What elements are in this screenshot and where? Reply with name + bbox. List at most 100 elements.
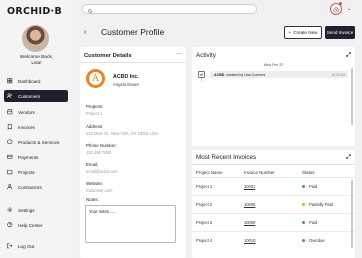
divider xyxy=(192,195,355,196)
status-text: Paid xyxy=(309,184,318,189)
send-invoice-button[interactable]: Send Invoice xyxy=(325,26,355,39)
website-label: Website: xyxy=(86,181,104,186)
email-value: email@acbd.com xyxy=(86,169,118,174)
sidebar-item-label: Settings xyxy=(18,207,35,213)
timeline-line xyxy=(201,78,202,81)
notes-field[interactable]: Your notes...... xyxy=(85,205,176,243)
notes-placeholder: Your notes...... xyxy=(89,209,116,214)
invoice-number-link[interactable]: 10010 xyxy=(244,238,255,243)
project-name: Project 4 xyxy=(196,238,213,243)
activity-time: 10:00 AM xyxy=(331,73,345,77)
card-title: Customer Details xyxy=(84,53,132,59)
divider xyxy=(192,164,355,165)
sidebar-item-label: Help Center xyxy=(18,222,43,228)
divider xyxy=(192,177,355,178)
sidebar-item-products-services[interactable]: Products & Services xyxy=(4,136,68,148)
logout-icon xyxy=(7,243,13,249)
status-text: Paid xyxy=(309,220,318,225)
customers-icon xyxy=(7,93,13,99)
sidebar: ORCHID·B Welcome Back, Lisa! Dashboard C… xyxy=(0,0,73,258)
sidebar-item-contractors[interactable]: Contractors xyxy=(4,181,68,193)
sidebar-item-label: Customers xyxy=(18,93,41,99)
contact-name: Angela Bower xyxy=(113,82,140,87)
activity-date: Wed Feb 22 xyxy=(263,63,284,67)
notification-badge xyxy=(339,2,342,5)
activity-card: Activity Wed Feb 22 ACBD created by Lisa… xyxy=(192,47,355,146)
project-name: Project 2 xyxy=(196,202,213,207)
sidebar-item-label: Log Out xyxy=(18,243,35,249)
search-input[interactable] xyxy=(82,4,257,14)
card-title: Most Recent Invoices xyxy=(196,154,257,161)
sidebar-item-label: Payments xyxy=(18,154,39,160)
company-name: ACBD Inc. xyxy=(113,74,139,80)
notes-label: Notes: xyxy=(86,197,99,202)
sidebar-item-help-center[interactable]: Help Center xyxy=(4,219,68,231)
column-header-status[interactable]: Status xyxy=(302,170,314,175)
sidebar-item-invoices[interactable]: Invoices xyxy=(4,121,68,133)
products-icon xyxy=(7,139,13,145)
project-name: Project 3 xyxy=(196,220,213,225)
search-icon xyxy=(88,0,93,18)
user-name: Lisa! xyxy=(31,61,42,66)
sidebar-item-settings[interactable]: Settings xyxy=(4,204,68,216)
payments-icon xyxy=(7,154,13,160)
projects-label: Projects: xyxy=(86,104,104,109)
activity-scrollbar[interactable] xyxy=(351,68,353,125)
email-label: Email: xyxy=(86,162,99,167)
chevron-down-icon[interactable]: ⌄ xyxy=(347,6,351,12)
activity-text: created by Lisa Connors xyxy=(226,72,266,77)
contractors-icon xyxy=(7,184,13,190)
app-logo: ORCHID·B xyxy=(7,6,62,17)
divider xyxy=(80,62,186,63)
sidebar-item-label: Products & Services xyxy=(18,139,60,145)
create-new-label: Create New xyxy=(293,30,318,35)
invoice-number-link[interactable]: 10001 xyxy=(244,184,255,189)
invoice-number-link[interactable]: 10009 xyxy=(244,220,255,225)
phone-value: 123 456 7890 xyxy=(86,150,112,155)
projects-value: Project 1 xyxy=(86,111,103,116)
dashboard-icon xyxy=(7,78,13,84)
sidebar-item-dashboard[interactable]: Dashboard xyxy=(4,75,68,87)
invoices-icon xyxy=(7,124,13,130)
status-dot xyxy=(302,202,305,206)
address-label: Address: xyxy=(86,124,104,129)
gear-icon xyxy=(7,207,13,213)
divider xyxy=(192,231,355,232)
status-dot xyxy=(302,238,305,242)
more-menu-icon[interactable]: ··· xyxy=(176,51,182,57)
sidebar-item-log-out[interactable]: Log Out xyxy=(4,240,68,252)
expand-icon[interactable] xyxy=(346,154,351,159)
help-icon xyxy=(7,222,13,228)
sidebar-item-vendors[interactable]: Vendors xyxy=(4,106,68,118)
vendors-icon xyxy=(7,109,13,115)
sidebar-item-customers[interactable]: Customers xyxy=(4,90,68,102)
welcome-text: Welcome Back, xyxy=(19,55,54,60)
sidebar-item-label: Projects xyxy=(18,169,35,175)
sidebar-item-projects[interactable]: Projects xyxy=(4,166,68,178)
column-header-invoice-number[interactable]: Invoice Number xyxy=(244,170,275,175)
column-header-project[interactable]: Project Name xyxy=(196,170,223,175)
status-text: Partially Paid xyxy=(309,202,333,207)
card-title: Activity xyxy=(196,52,216,59)
status-dot xyxy=(302,220,305,224)
status-text: Overdue xyxy=(309,238,325,243)
activity-item: ACBD created by Lisa Connors 10:00 AM xyxy=(210,71,348,78)
sidebar-item-label: Vendors xyxy=(18,109,35,115)
back-arrow-icon[interactable]: ‹ xyxy=(84,29,86,36)
invoice-number-link[interactable]: 10005 xyxy=(244,202,255,207)
activity-actor: ACBD xyxy=(214,72,225,77)
user-avatar[interactable] xyxy=(22,25,49,52)
sidebar-item-payments[interactable]: Payments xyxy=(4,151,68,163)
status-dot xyxy=(302,184,305,188)
sidebar-item-label: Dashboard xyxy=(18,78,41,84)
invoices-scrollbar[interactable] xyxy=(351,180,353,248)
invoices-card: Most Recent Invoices Project Name Invoic… xyxy=(192,150,355,258)
phone-label: Phone Number: xyxy=(86,143,117,148)
checkbox-icon[interactable] xyxy=(198,71,205,78)
expand-icon[interactable] xyxy=(346,52,351,57)
sidebar-item-label: Invoices xyxy=(18,124,35,130)
plus-icon: + xyxy=(288,30,292,35)
sidebar-item-label: Contractors xyxy=(18,184,42,190)
create-new-button[interactable]: + Create New xyxy=(284,26,322,39)
website-value: Customer.com xyxy=(86,188,113,193)
